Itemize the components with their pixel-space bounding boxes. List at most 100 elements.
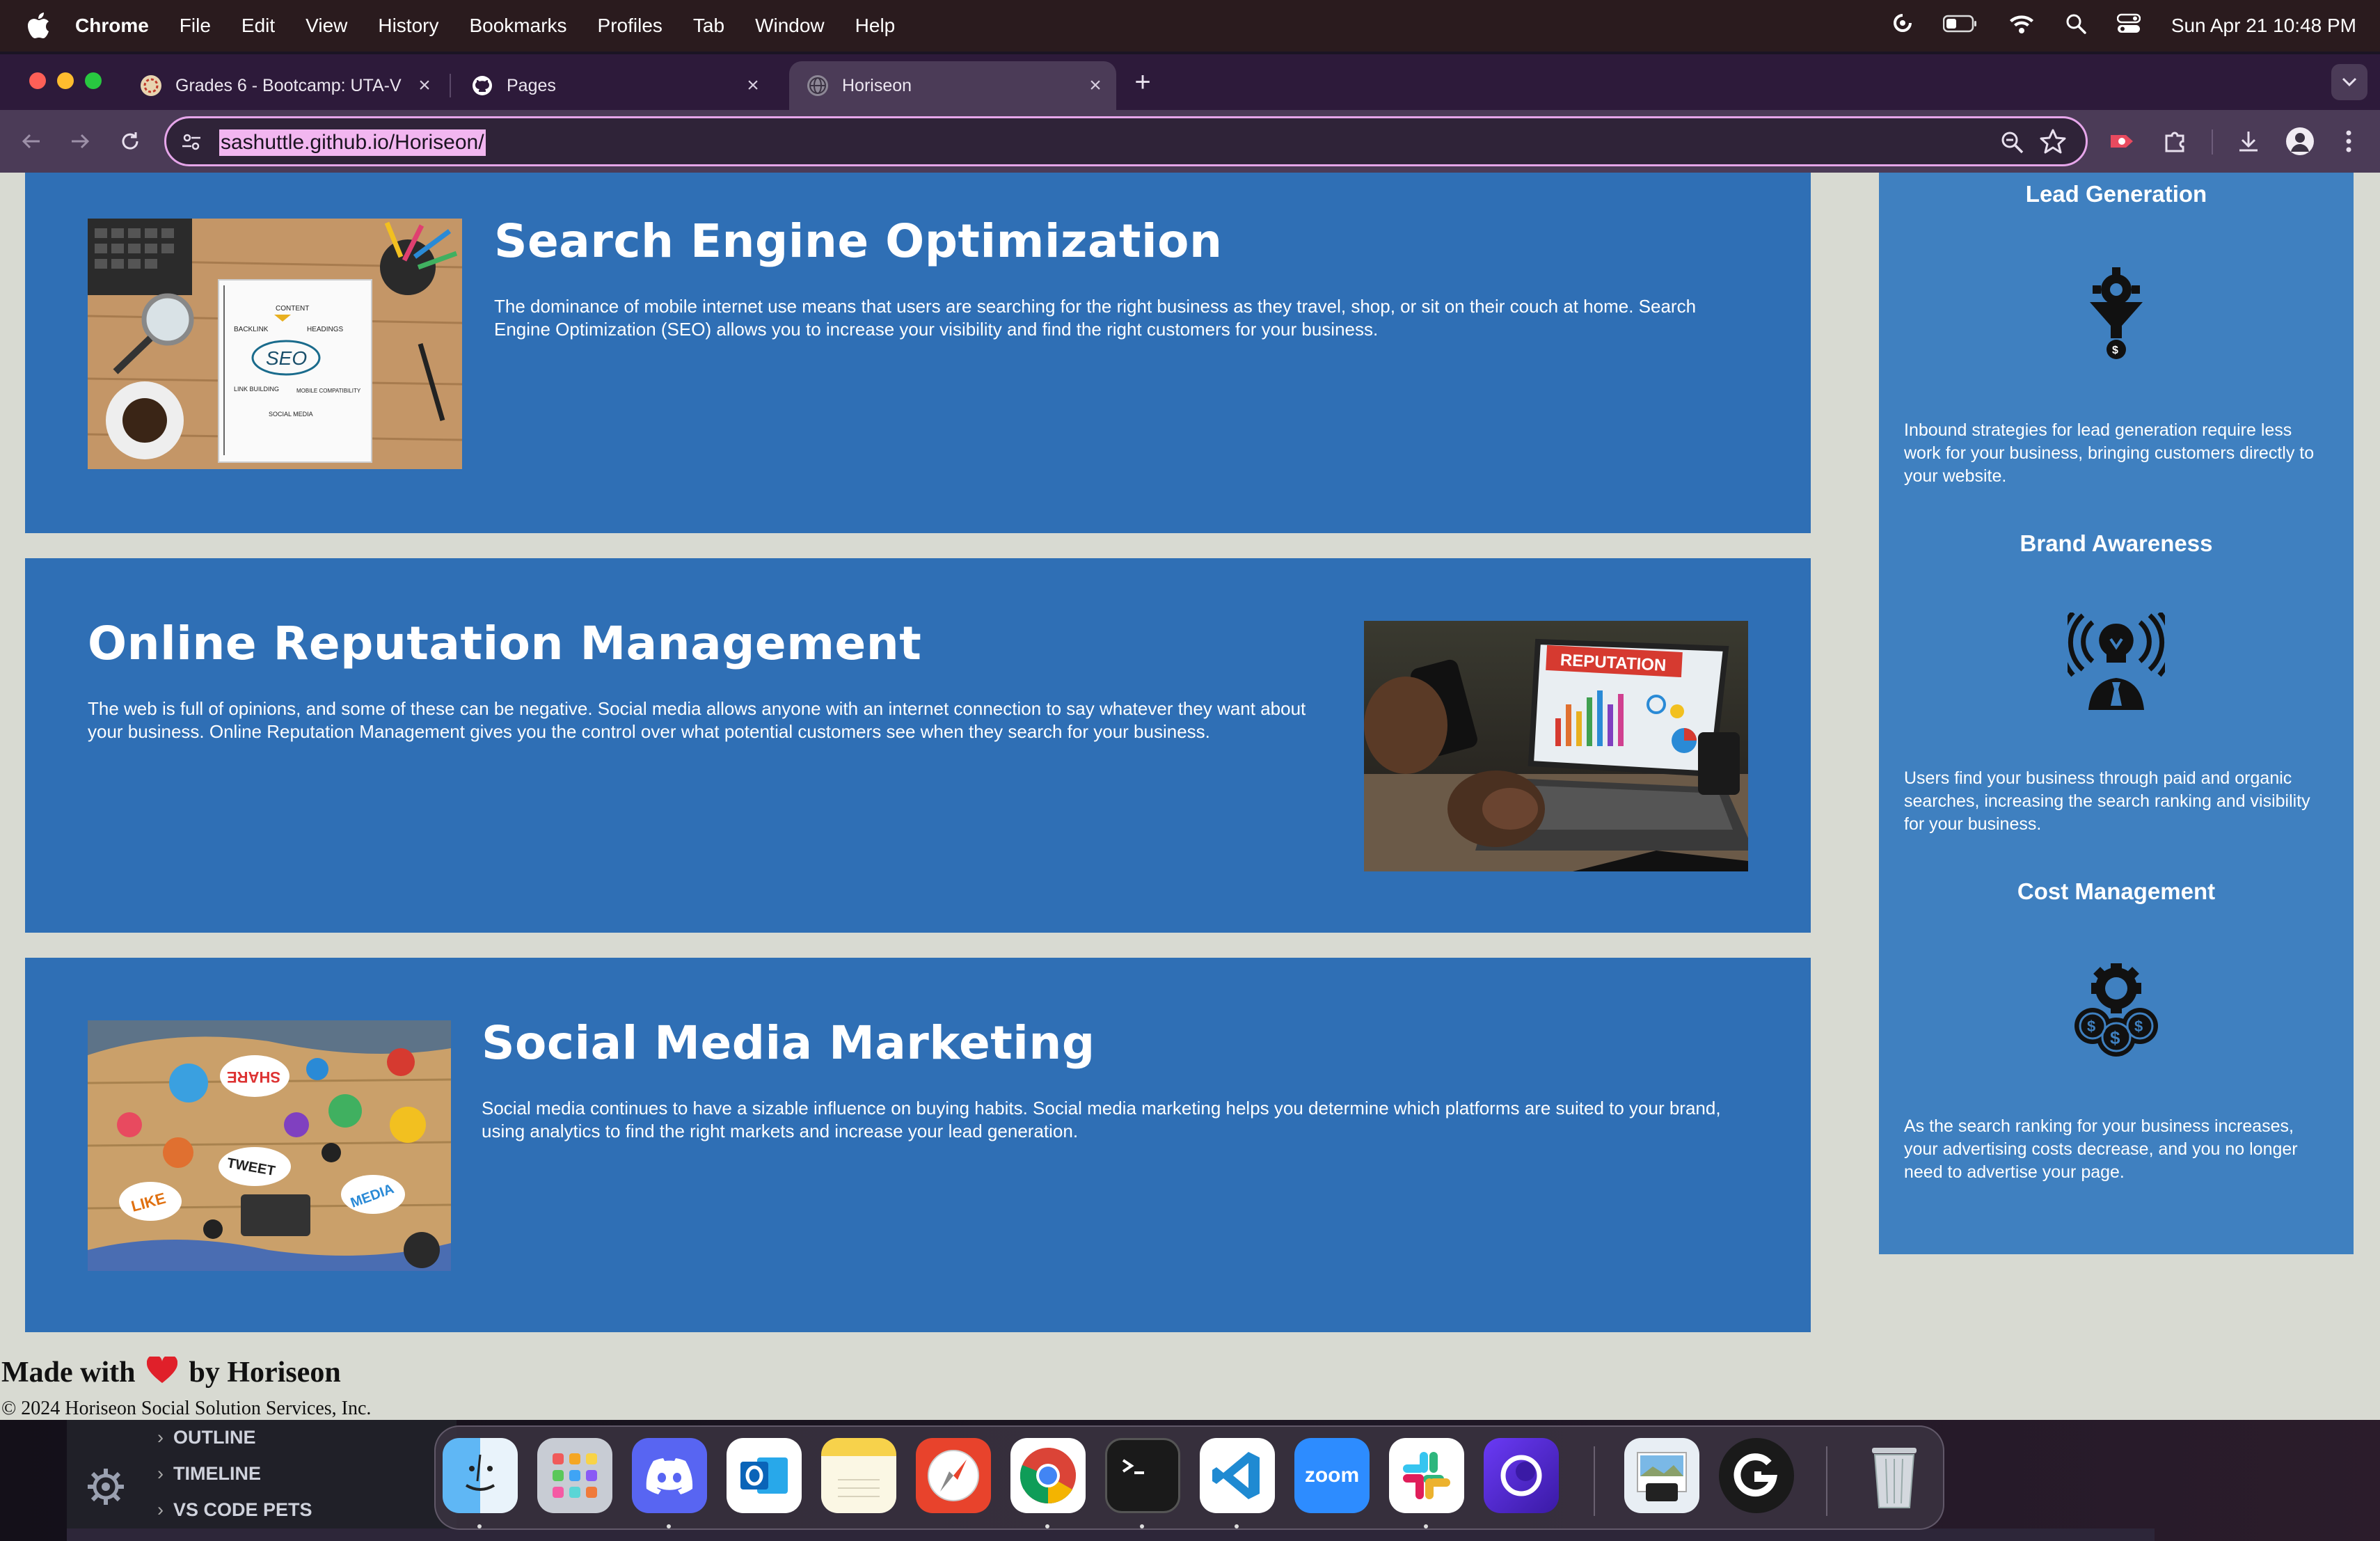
dock-zoom-icon[interactable]: zoom [1294, 1438, 1370, 1513]
globe-icon [807, 75, 828, 96]
new-tab-button[interactable]: + [1127, 67, 1158, 97]
reload-icon[interactable] [113, 124, 148, 159]
dock-discord-icon[interactable] [632, 1438, 707, 1513]
seo-word-mobile: MOBILE COMPATIBILITY [296, 388, 361, 394]
menu-app-name[interactable]: Chrome [75, 15, 149, 37]
benefit-lead-title: Lead Generation [2025, 181, 2207, 207]
bookmark-star-icon[interactable] [2040, 128, 2066, 155]
window-minimize-button[interactable] [57, 72, 74, 89]
address-bar[interactable]: sashuttle.github.io/Horiseon/ [164, 116, 2088, 166]
dock-terminal-icon[interactable] [1105, 1438, 1180, 1513]
footer-made-suffix: by Horiseon [189, 1357, 341, 1389]
dock-safari-icon[interactable] [916, 1438, 991, 1513]
heart-icon [146, 1354, 178, 1392]
benefits-aside: Lead Generation $ Inbound strategies for… [1879, 173, 2354, 1254]
tab-horiseon[interactable]: Horiseon × [789, 61, 1116, 110]
vscode-outline-section[interactable]: › OUTLINE [157, 1427, 256, 1448]
reputation-card: Online Reputation Management The web is … [25, 558, 1811, 933]
extension-red-icon[interactable] [2106, 125, 2138, 157]
seo-word-social: SOCIAL MEDIA [269, 411, 313, 418]
dock-zoom-label: zoom [1304, 1464, 1360, 1487]
seo-text: The dominance of mobile internet use mea… [494, 296, 1697, 340]
dock-notes-icon[interactable] [821, 1438, 896, 1513]
benefit-cost-text: As the search ranking for your business … [1904, 1116, 2298, 1182]
dock-logitech-icon[interactable] [1719, 1438, 1794, 1513]
forward-arrow-icon[interactable] [63, 124, 97, 159]
wifi-icon[interactable] [2008, 13, 2035, 39]
footer-made-with: Made with by Horiseon [1, 1354, 341, 1392]
downloads-icon[interactable] [2232, 125, 2264, 157]
tab-pages[interactable]: Pages × [454, 61, 774, 110]
zoom-icon[interactable] [1999, 129, 2024, 155]
profile-avatar-icon[interactable] [2284, 125, 2316, 157]
tab-close-icon[interactable]: × [1081, 72, 1109, 100]
macos-dock: zoom [434, 1425, 1944, 1530]
spotlight-search-icon[interactable] [2065, 13, 2086, 39]
dock-outlook-icon[interactable] [727, 1438, 802, 1513]
running-indicator [1424, 1524, 1428, 1528]
vscode-section-label: TIMELINE [173, 1463, 261, 1484]
dock-preview-icon[interactable] [1624, 1438, 1699, 1513]
site-settings-icon[interactable] [179, 129, 204, 155]
dock-arc-icon[interactable] [1484, 1438, 1559, 1513]
back-arrow-icon[interactable] [14, 124, 49, 159]
brand-awareness-icon [2058, 610, 2174, 710]
menu-profiles[interactable]: Profiles [598, 15, 663, 37]
window-zoom-button[interactable] [85, 72, 102, 89]
dock-launchpad-icon[interactable] [537, 1438, 612, 1513]
menu-edit[interactable]: Edit [241, 15, 275, 37]
chevron-right-icon: › [157, 1463, 164, 1484]
menubar-status-area: Sun Apr 21 10:48 PM [1893, 0, 2356, 52]
tab-close-icon[interactable]: × [411, 72, 438, 100]
menu-tab[interactable]: Tab [693, 15, 724, 37]
window-close-button[interactable] [29, 72, 46, 89]
running-indicator [1235, 1524, 1239, 1528]
seo-card: CONTENT BACKLINK HEADINGS SEO LINK BUILD… [25, 173, 1811, 533]
menubar-clock[interactable]: Sun Apr 21 10:48 PM [2171, 15, 2356, 37]
dock-vscode-icon[interactable] [1200, 1438, 1275, 1513]
tab-close-icon[interactable]: × [739, 72, 767, 100]
reputation-heading: Online Reputation Management [88, 617, 922, 670]
menu-history[interactable]: History [378, 15, 438, 37]
social-heading: Social Media Marketing [482, 1016, 1095, 1070]
seo-word-content: CONTENT [276, 305, 309, 313]
cost-management-icon: $ $ $ [2068, 963, 2165, 1061]
svg-text:$: $ [2134, 1018, 2143, 1035]
extensions-puzzle-icon[interactable] [2159, 125, 2191, 157]
vpn-status-icon[interactable] [1893, 13, 1912, 39]
seo-word-backlink: BACKLINK [234, 326, 269, 333]
menu-help[interactable]: Help [855, 15, 896, 37]
svg-text:$: $ [2087, 1018, 2095, 1035]
seo-word-seo: SEO [266, 347, 307, 369]
dock-slack-icon[interactable] [1389, 1438, 1464, 1513]
menu-file[interactable]: File [180, 15, 211, 37]
menu-bookmarks[interactable]: Bookmarks [469, 15, 566, 37]
vscode-pets-section[interactable]: › VS CODE PETS [157, 1499, 312, 1521]
tab-title: Horiseon [842, 75, 912, 95]
page-viewport: CONTENT BACKLINK HEADINGS SEO LINK BUILD… [0, 173, 2380, 1420]
social-text: Social media continues to have a sizable… [482, 1098, 1721, 1141]
footer-copyright: © 2024 Horiseon Social Solution Services… [1, 1398, 372, 1419]
running-indicator [1140, 1524, 1144, 1528]
tab-grades[interactable]: Grades 6 - Bootcamp: UTA-V × [122, 61, 445, 110]
macos-menu-bar: Chrome File Edit View History Bookmarks … [0, 0, 2380, 52]
dock-chrome-icon[interactable] [1010, 1438, 1086, 1513]
control-center-icon[interactable] [2116, 13, 2141, 39]
vscode-timeline-section[interactable]: › TIMELINE [157, 1463, 261, 1485]
gear-icon[interactable] [86, 1467, 125, 1506]
lead-generation-icon: $ [2068, 263, 2165, 361]
apple-icon[interactable] [24, 10, 54, 41]
dock-finder-icon[interactable] [443, 1438, 518, 1513]
browser-tab-strip: Grades 6 - Bootcamp: UTA-V × Pages × Hor… [0, 54, 2380, 110]
vscode-status-bar [67, 1528, 2155, 1541]
chrome-menu-icon[interactable] [2333, 125, 2365, 157]
battery-icon[interactable] [1942, 15, 1978, 38]
url-text[interactable]: sashuttle.github.io/Horiseon/ [219, 129, 486, 156]
dock-trash-icon[interactable] [1857, 1438, 1932, 1513]
tab-search-button[interactable] [2331, 64, 2367, 100]
menu-view[interactable]: View [306, 15, 347, 37]
vscode-sidebar-panel: › OUTLINE › TIMELINE › VS CODE PETS [67, 1420, 457, 1541]
svg-text:$: $ [2110, 1027, 2120, 1048]
running-indicator [477, 1524, 482, 1528]
menu-window[interactable]: Window [755, 15, 825, 37]
